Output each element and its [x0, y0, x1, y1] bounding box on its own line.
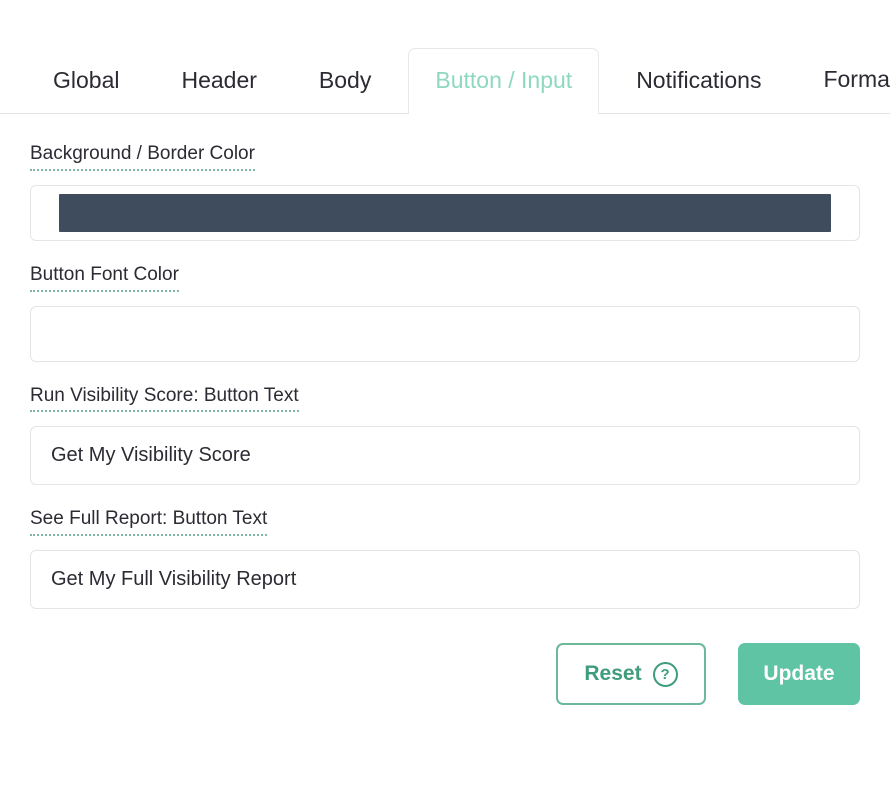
see-full-report-button-text-label: See Full Report: Button Text — [30, 507, 267, 536]
tab-body[interactable]: Body — [300, 68, 390, 114]
run-visibility-score-button-text-input[interactable] — [30, 426, 860, 485]
field-see-full-report-button-text: See Full Report: Button Text — [30, 507, 860, 609]
tab-notifications[interactable]: Notifications — [617, 68, 780, 114]
field-button-font-color: Button Font Color — [30, 263, 860, 362]
see-full-report-button-text-input[interactable] — [30, 550, 860, 609]
field-background-border-color: Background / Border Color — [30, 142, 860, 241]
tab-global[interactable]: Global — [34, 68, 138, 114]
button-font-color-swatch[interactable] — [59, 315, 831, 353]
tab-notifications-label: Notifications — [636, 67, 761, 93]
update-button-label: Update — [763, 662, 834, 686]
update-button[interactable]: Update — [738, 643, 860, 705]
tab-body-label: Body — [319, 67, 371, 93]
tab-format-label: Format — [823, 68, 890, 91]
tab-format[interactable]: Format ? — [804, 65, 890, 114]
background-border-color-picker[interactable] — [30, 185, 860, 241]
reset-help-icon[interactable]: ? — [653, 662, 678, 687]
tab-button-input-label: Button / Input — [435, 67, 572, 93]
tab-header[interactable]: Header — [162, 68, 275, 114]
tab-button-input[interactable]: Button / Input — [408, 48, 599, 114]
button-font-color-picker[interactable] — [30, 306, 860, 362]
reset-button-label: Reset — [584, 662, 641, 686]
button-input-settings-form: Background / Border Color Button Font Co… — [0, 114, 890, 609]
background-border-color-swatch[interactable] — [59, 194, 831, 232]
tab-global-label: Global — [53, 67, 119, 93]
reset-button[interactable]: Reset ? — [556, 643, 706, 705]
run-visibility-score-button-text-label: Run Visibility Score: Button Text — [30, 384, 299, 413]
form-actions: Reset ? Update — [0, 643, 890, 705]
button-font-color-label: Button Font Color — [30, 263, 179, 292]
settings-tab-bar: Global Header Body Button / Input Notifi… — [0, 41, 890, 114]
tab-header-label: Header — [181, 67, 256, 93]
field-run-visibility-score-button-text: Run Visibility Score: Button Text — [30, 384, 860, 486]
background-border-color-label: Background / Border Color — [30, 142, 255, 171]
